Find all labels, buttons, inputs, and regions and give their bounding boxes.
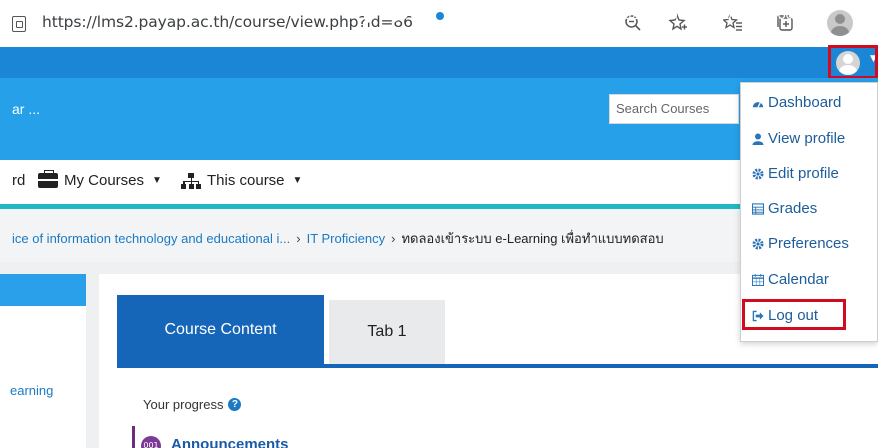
logout-highlight-box [742, 299, 846, 330]
menu-item-label: Grades [768, 200, 818, 217]
table-icon [752, 202, 764, 215]
menu-item-dashboard[interactable]: Dashboard [752, 94, 841, 111]
nav-dashboard-label: rd [12, 172, 26, 189]
menu-item-grades[interactable]: Grades [752, 200, 817, 217]
nav-my-courses[interactable]: My Courses ▼ [38, 170, 162, 189]
profile-icon[interactable] [826, 10, 854, 36]
address-bar-url[interactable]: https://lms2.payap.ac.th/course/view.php… [42, 13, 413, 31]
calendar-icon [752, 273, 764, 286]
chevron-down-icon: ▼ [292, 175, 303, 186]
section-accent-bar [132, 426, 135, 448]
nav-this-course-label: This course [207, 172, 285, 189]
search-courses-input[interactable]: Search Courses [609, 94, 739, 124]
tab-underline [117, 364, 878, 368]
progress-row: Your progress ? [143, 397, 242, 412]
breadcrumb-item[interactable]: ice of information technology and educat… [12, 231, 290, 246]
chevron-down-icon: ▼ [152, 175, 162, 186]
tab-1[interactable]: Tab 1 [329, 300, 445, 364]
section-title[interactable]: Announcements [171, 436, 289, 448]
menu-item-label: View profile [768, 130, 846, 147]
avatar-highlight-box [828, 45, 878, 79]
breadcrumb-current: ทดลองเข้าระบบ e-Learning เพื่อทำแบบทดสอบ [401, 231, 664, 246]
breadcrumb-separator: › [391, 231, 396, 246]
chat-icon[interactable] [392, 0, 408, 31]
top-navbar [0, 47, 878, 78]
sitemap-icon [181, 172, 201, 189]
menu-item-edit-profile[interactable]: Edit profile [752, 165, 839, 182]
globe-icon [433, 8, 447, 23]
menu-item-view-profile[interactable]: View profile [752, 130, 845, 147]
breadcrumb-separator: › [296, 231, 301, 246]
user-name[interactable]: ITPro02 ITPro02 ITPro02 ITPro02 [589, 0, 801, 31]
site-name[interactable]: ar ... [12, 101, 40, 117]
nav-my-courses-label: My Courses [64, 172, 145, 189]
briefcase-icon [38, 170, 58, 188]
user-icon [752, 133, 764, 145]
help-icon[interactable]: ? [228, 398, 242, 411]
nav-this-course[interactable]: This course ▼ [181, 172, 302, 189]
tab-course-content[interactable]: Course Content [117, 295, 324, 364]
dashboard-icon [752, 101, 764, 108]
menu-item-calendar[interactable]: Calendar [752, 271, 829, 288]
nav-dashboard-link[interactable]: rd [12, 172, 25, 189]
menu-item-label: Calendar [768, 271, 829, 288]
breadcrumb: ice of information technology and educat… [12, 228, 664, 249]
sidebar-block-header [0, 274, 86, 306]
menu-item-label: Dashboard [768, 94, 842, 111]
chevron-down-icon: ▼ [538, 10, 547, 20]
language-menu[interactable]: English (en) ▼ [433, 0, 547, 31]
sidebar-link[interactable]: earning [10, 383, 53, 398]
cog-icon [752, 238, 764, 249]
cog-icon [752, 168, 764, 179]
menu-item-label: Preferences [768, 235, 849, 252]
bell-icon[interactable] [361, 0, 375, 31]
language-label: English (en) [451, 7, 532, 24]
breadcrumb-item[interactable]: IT Proficiency [307, 231, 386, 246]
site-info-icon[interactable] [12, 16, 26, 32]
menu-item-preferences[interactable]: Preferences [752, 235, 849, 252]
progress-label: Your progress [143, 397, 224, 412]
menu-item-label: Edit profile [768, 165, 839, 182]
